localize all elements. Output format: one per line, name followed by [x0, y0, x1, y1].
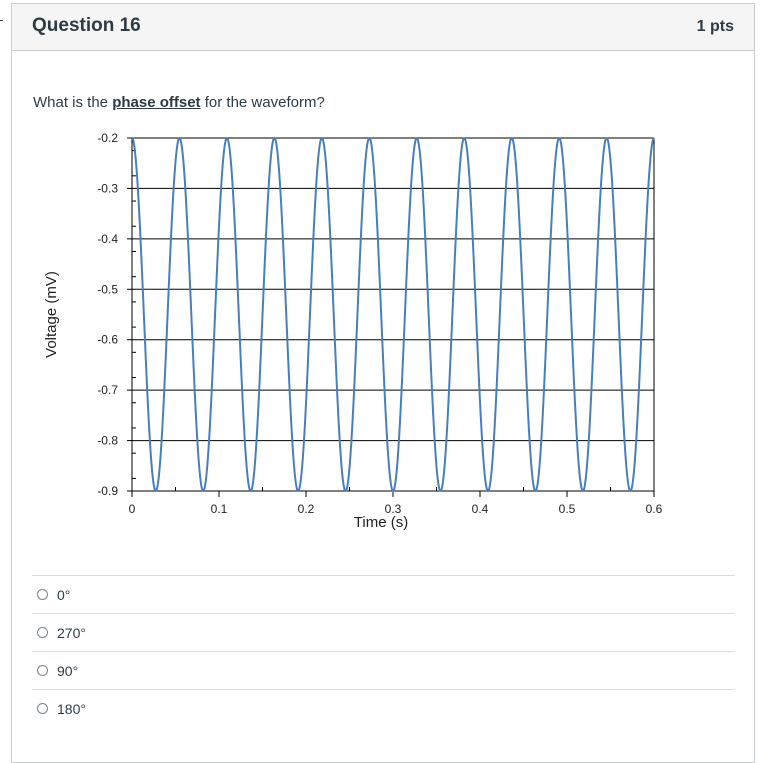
x-tick-label: 0 [129, 502, 136, 516]
prompt-text-before: What is the [33, 94, 113, 111]
x-axis-label: Time (s) [354, 514, 408, 531]
y-tick-label: -0.7 [97, 383, 118, 397]
question-points: 1 pts [696, 18, 734, 35]
x-tick-label: 0.6 [646, 502, 663, 516]
prompt-emphasis: phase offset [112, 94, 201, 111]
answer-option[interactable]: 90° [32, 651, 735, 689]
answer-label: 270° [57, 624, 86, 641]
answer-label: 90° [57, 662, 79, 679]
y-tick-label: -0.2 [97, 131, 118, 145]
answer-list: 0° 270° 90° 180° [32, 575, 735, 727]
y-tick-label: -0.9 [97, 484, 118, 498]
y-tick-label: -0.8 [97, 434, 118, 448]
answer-label: 0° [57, 586, 71, 603]
y-tick-label: -0.3 [97, 181, 118, 195]
y-tick-label: -0.5 [97, 282, 118, 296]
radio-button[interactable] [37, 627, 48, 638]
answer-option[interactable]: 180° [32, 689, 735, 727]
question-title: Question 16 [32, 15, 141, 36]
x-tick-label: 0.4 [472, 502, 489, 516]
radio-button[interactable] [37, 589, 48, 600]
question-header: Question 16 1 pts [12, 4, 754, 51]
prompt-text-after: for the waveform? [200, 94, 325, 111]
waveform-chart: -0.2 -0.3 -0.4 -0.5 -0.6 -0.7 -0.8 -0.9 0 0.1 0.2 0… [43, 131, 663, 531]
answer-option[interactable]: 270° [32, 613, 735, 651]
answer-label: 180° [57, 700, 86, 717]
question-prompt: What is the phase offset for the wavefor… [33, 94, 325, 111]
waveform-line [131, 136, 655, 493]
page-edge-mark [0, 20, 3, 21]
radio-button[interactable] [37, 665, 48, 676]
y-tick-label: -0.6 [97, 333, 118, 347]
answer-option[interactable]: 0° [32, 575, 735, 613]
x-tick-label: 0.2 [298, 502, 315, 516]
y-axis-label: Voltage (mV) [43, 271, 60, 358]
x-tick-label: 0.5 [559, 502, 576, 516]
y-tick-label: -0.4 [97, 232, 118, 246]
radio-button[interactable] [37, 703, 48, 714]
question-card: Question 16 1 pts What is the phase offs… [11, 3, 755, 763]
x-tick-label: 0.1 [211, 502, 228, 516]
